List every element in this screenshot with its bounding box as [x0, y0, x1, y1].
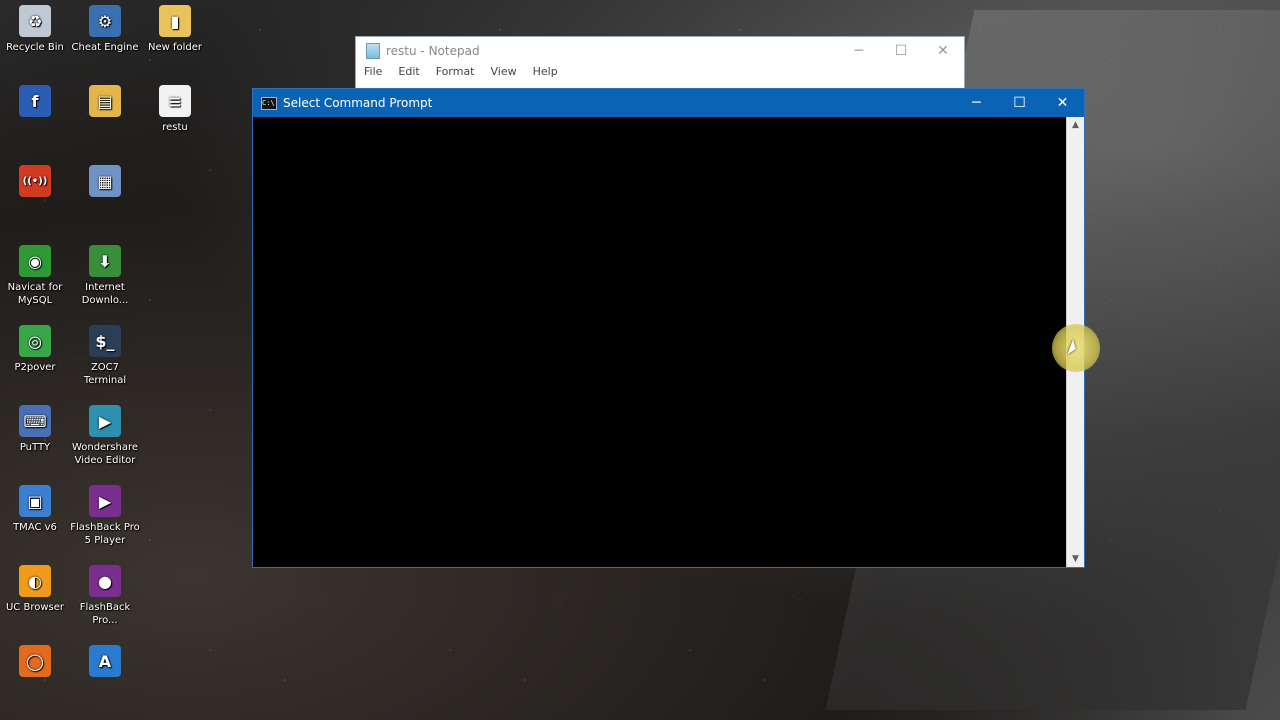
desktop-shortcut-label: Recycle Bin — [6, 42, 64, 53]
cmd-title: Select Command Prompt — [283, 96, 433, 110]
scroll-down-arrow-icon[interactable]: ▼ — [1067, 551, 1084, 567]
desktop-shortcut[interactable]: ▦ — [70, 165, 140, 201]
cmd-minimize-button[interactable]: ─ — [955, 95, 998, 111]
firefox-icon: ◯ — [19, 645, 51, 677]
desktop-shortcut[interactable]: ● FlashBack Pro... — [70, 565, 140, 627]
menu-edit[interactable]: Edit — [398, 65, 419, 78]
desktop-shortcut[interactable]: ◉ Navicat for MySQL — [0, 245, 70, 307]
notepad-maximize-button[interactable]: ☐ — [880, 43, 922, 59]
navicat-icon: ◉ — [19, 245, 51, 277]
putty-icon: ⌨ — [19, 405, 51, 437]
desktop-shortcut-label: PuTTY — [19, 442, 51, 453]
desktop-shortcut-label: New folder — [147, 42, 203, 53]
notepad-titlebar[interactable]: restu - Notepad ─ ☐ ✕ — [356, 37, 964, 65]
server-icon: ▦ — [89, 165, 121, 197]
desktop-shortcut-label: Cheat Engine — [71, 42, 139, 53]
uc-browser-icon: ◐ — [19, 565, 51, 597]
desktop-shortcut[interactable]: ◯ — [0, 645, 70, 681]
desktop-shortcut[interactable]: ((•)) — [0, 165, 70, 201]
desktop-shortcut-label: Navicat for MySQL — [7, 282, 63, 306]
tmac-icon: ▣ — [19, 485, 51, 517]
desktop-shortcut-label: TMAC v6 — [13, 522, 57, 533]
app-a-icon: A — [89, 645, 121, 677]
desktop-shortcut[interactable]: ♻ Recycle Bin — [0, 5, 70, 54]
desktop-shortcut[interactable]: ▶ FlashBack Pro 5 Player — [70, 485, 140, 547]
desktop-shortcut[interactable]: ≡ restu — [140, 85, 210, 134]
desktop-shortcut[interactable]: ⚙ Cheat Engine — [70, 5, 140, 54]
menu-help[interactable]: Help — [533, 65, 558, 78]
scroll-up-arrow-icon[interactable]: ▲ — [1067, 117, 1084, 133]
desktop-shortcut-label: Wondershare Video Editor — [71, 442, 139, 466]
menu-format[interactable]: Format — [436, 65, 475, 78]
video-editor-icon: ▶ — [89, 405, 121, 437]
desktop-shortcut[interactable]: ▣ TMAC v6 — [0, 485, 70, 534]
desktop-shortcut[interactable]: $_ ZOC7 Terminal — [70, 325, 140, 387]
notepad-icon — [366, 43, 380, 59]
menu-file[interactable]: File — [364, 65, 382, 78]
desktop-shortcut-label: UC Browser — [5, 602, 64, 613]
desktop-shortcut[interactable]: ▶ Wondershare Video Editor — [70, 405, 140, 467]
desktop-shortcut[interactable]: ⌨ PuTTY — [0, 405, 70, 454]
notepad-minimize-button[interactable]: ─ — [838, 43, 880, 59]
wifi-app-icon: ((•)) — [19, 165, 51, 197]
desktop-shortcut[interactable]: f — [0, 85, 70, 121]
folder-icon: ▮ — [159, 5, 191, 37]
cmd-titlebar[interactable]: C:\ Select Command Prompt ─ ☐ ✕ — [253, 89, 1084, 117]
desktop-shortcut[interactable]: ◎ P2pover — [0, 325, 70, 374]
desktop-shortcut-label: P2pover — [14, 362, 56, 373]
desktop-shortcut-label: FlashBack Pro 5 Player — [70, 522, 140, 546]
notepad-window[interactable]: restu - Notepad ─ ☐ ✕ File Edit Format V… — [355, 36, 965, 92]
notepad-menubar: File Edit Format View Help — [356, 65, 964, 78]
desktop-shortcut[interactable]: ▮ New folder — [140, 5, 210, 54]
cmd-icon: C:\ — [261, 96, 277, 110]
cmd-maximize-button[interactable]: ☐ — [998, 95, 1041, 111]
notepad-title: restu - Notepad — [386, 44, 480, 58]
recycle-bin-icon: ♻ — [19, 5, 51, 37]
desktop-shortcut-label: FlashBack Pro... — [79, 602, 131, 626]
desktop-shortcut[interactable]: ⬇ Internet Downlo... — [70, 245, 140, 307]
desktop-shortcut-label: restu — [162, 122, 188, 133]
notepad-close-button[interactable]: ✕ — [922, 43, 964, 59]
desktop-shortcut[interactable]: A — [70, 645, 140, 681]
folder-icon: ▤ — [89, 85, 121, 117]
p2pover-icon: ◎ — [19, 325, 51, 357]
cheat-engine-icon: ⚙ — [89, 5, 121, 37]
flashback-recorder-icon: ● — [89, 565, 121, 597]
desktop-shortcut[interactable]: ▤ — [70, 85, 140, 121]
desktop-shortcut[interactable]: ◐ UC Browser — [0, 565, 70, 614]
cmd-console-area[interactable] — [253, 117, 1067, 567]
desktop-shortcut-label: Internet Downlo... — [81, 282, 129, 306]
command-prompt-window[interactable]: C:\ Select Command Prompt ─ ☐ ✕ ▲ ▼ — [252, 88, 1085, 568]
flashback-player-icon: ▶ — [89, 485, 121, 517]
desktop-shortcut-label: ZOC7 Terminal — [83, 362, 127, 386]
internet-download-manager-icon: ⬇ — [89, 245, 121, 277]
text-file-icon: ≡ — [159, 85, 191, 117]
cmd-close-button[interactable]: ✕ — [1041, 95, 1084, 111]
facebook-icon: f — [19, 85, 51, 117]
menu-view[interactable]: View — [491, 65, 517, 78]
terminal-icon: $_ — [89, 325, 121, 357]
